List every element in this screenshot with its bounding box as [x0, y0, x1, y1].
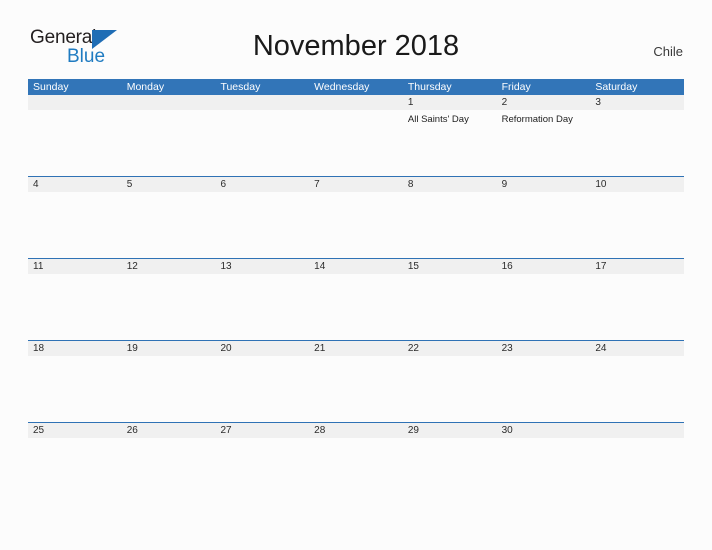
- day-number[interactable]: [590, 423, 684, 438]
- day-number[interactable]: [215, 95, 309, 110]
- day-events[interactable]: [403, 356, 497, 422]
- day-number[interactable]: 16: [497, 259, 591, 274]
- week-date-band: 25 26 27 28 29 30: [28, 423, 684, 438]
- day-events[interactable]: [590, 192, 684, 258]
- day-number[interactable]: 25: [28, 423, 122, 438]
- day-events[interactable]: [590, 438, 684, 504]
- day-events[interactable]: [309, 356, 403, 422]
- day-events[interactable]: [215, 438, 309, 504]
- day-events[interactable]: [122, 110, 216, 176]
- weekday-header-saturday: Saturday: [595, 81, 638, 93]
- day-events[interactable]: [309, 438, 403, 504]
- day-number[interactable]: 12: [122, 259, 216, 274]
- calendar-week-row: 18 19 20 21 22 23 24: [28, 340, 684, 422]
- day-events[interactable]: [215, 110, 309, 176]
- day-events[interactable]: [28, 356, 122, 422]
- day-number[interactable]: 21: [309, 341, 403, 356]
- day-events[interactable]: [497, 274, 591, 340]
- day-events[interactable]: [28, 438, 122, 504]
- day-number[interactable]: 19: [122, 341, 216, 356]
- weekday-header-monday: Monday: [126, 81, 165, 93]
- day-number[interactable]: 30: [497, 423, 591, 438]
- day-number[interactable]: 15: [403, 259, 497, 274]
- calendar-week-row: 25 26 27 28 29 30: [28, 422, 684, 504]
- weekday-header-wednesday: Wednesday: [314, 81, 370, 93]
- day-events[interactable]: [122, 192, 216, 258]
- day-number[interactable]: 8: [403, 177, 497, 192]
- weekday-header-row: Sunday Monday Tuesday Wednesday Thursday…: [28, 79, 684, 95]
- day-number[interactable]: 1: [403, 95, 497, 110]
- day-number[interactable]: [28, 95, 122, 110]
- day-number[interactable]: 11: [28, 259, 122, 274]
- weekday-header-sunday: Sunday: [33, 81, 69, 93]
- weekday-header-thursday: Thursday: [407, 81, 452, 93]
- day-number[interactable]: 26: [122, 423, 216, 438]
- day-events[interactable]: [28, 192, 122, 258]
- weekday-header-tuesday: Tuesday: [220, 81, 261, 93]
- day-number[interactable]: 6: [215, 177, 309, 192]
- day-events[interactable]: [590, 356, 684, 422]
- day-number[interactable]: 29: [403, 423, 497, 438]
- day-number[interactable]: 14: [309, 259, 403, 274]
- day-events[interactable]: [28, 274, 122, 340]
- day-events[interactable]: [403, 274, 497, 340]
- day-number[interactable]: 28: [309, 423, 403, 438]
- week-date-band: 4 5 6 7 8 9 10: [28, 177, 684, 192]
- page-title: November 2018: [252, 30, 460, 62]
- weekday-header-friday: Friday: [501, 81, 531, 93]
- day-number[interactable]: 10: [590, 177, 684, 192]
- day-number[interactable]: [122, 95, 216, 110]
- day-number[interactable]: 4: [28, 177, 122, 192]
- calendar-week-row: 11 12 13 14 15 16 17: [28, 258, 684, 340]
- day-events[interactable]: [497, 192, 591, 258]
- week-event-band: [28, 356, 684, 422]
- day-number[interactable]: 17: [590, 259, 684, 274]
- day-number[interactable]: 13: [215, 259, 309, 274]
- region-label: Chile: [653, 44, 683, 59]
- day-number[interactable]: 2: [497, 95, 591, 110]
- calendar-week-row: 1 2 3 All Saints' Day Reformation Day: [28, 95, 684, 176]
- day-number[interactable]: 5: [122, 177, 216, 192]
- day-events[interactable]: [215, 192, 309, 258]
- day-number[interactable]: 3: [590, 95, 684, 110]
- day-number[interactable]: [309, 95, 403, 110]
- day-events[interactable]: [497, 356, 591, 422]
- week-date-band: 1 2 3: [28, 95, 684, 110]
- day-number[interactable]: 23: [497, 341, 591, 356]
- day-events[interactable]: [215, 356, 309, 422]
- day-events[interactable]: [590, 110, 684, 176]
- day-number[interactable]: 22: [403, 341, 497, 356]
- day-events[interactable]: Reformation Day: [497, 110, 591, 176]
- day-events[interactable]: [215, 274, 309, 340]
- day-number[interactable]: 18: [28, 341, 122, 356]
- day-events[interactable]: [309, 274, 403, 340]
- day-number[interactable]: 20: [215, 341, 309, 356]
- week-event-band: [28, 438, 684, 504]
- day-events[interactable]: [309, 110, 403, 176]
- calendar-week-row: 4 5 6 7 8 9 10: [28, 176, 684, 258]
- day-number[interactable]: 7: [309, 177, 403, 192]
- day-number[interactable]: 27: [215, 423, 309, 438]
- day-events[interactable]: [122, 356, 216, 422]
- day-events[interactable]: [122, 274, 216, 340]
- day-events[interactable]: [403, 438, 497, 504]
- day-events[interactable]: [309, 192, 403, 258]
- day-events[interactable]: [403, 192, 497, 258]
- week-event-band: All Saints' Day Reformation Day: [28, 110, 684, 176]
- day-events[interactable]: All Saints' Day: [403, 110, 497, 176]
- day-events[interactable]: [497, 438, 591, 504]
- week-date-band: 18 19 20 21 22 23 24: [28, 341, 684, 356]
- day-events[interactable]: [28, 110, 122, 176]
- day-number[interactable]: 24: [590, 341, 684, 356]
- week-event-band: [28, 192, 684, 258]
- week-event-band: [28, 274, 684, 340]
- day-events[interactable]: [122, 438, 216, 504]
- week-date-band: 11 12 13 14 15 16 17: [28, 259, 684, 274]
- page-header: General Blue November 2018 Chile: [0, 0, 712, 67]
- day-number[interactable]: 9: [497, 177, 591, 192]
- day-events[interactable]: [590, 274, 684, 340]
- calendar-grid: Sunday Monday Tuesday Wednesday Thursday…: [28, 79, 684, 504]
